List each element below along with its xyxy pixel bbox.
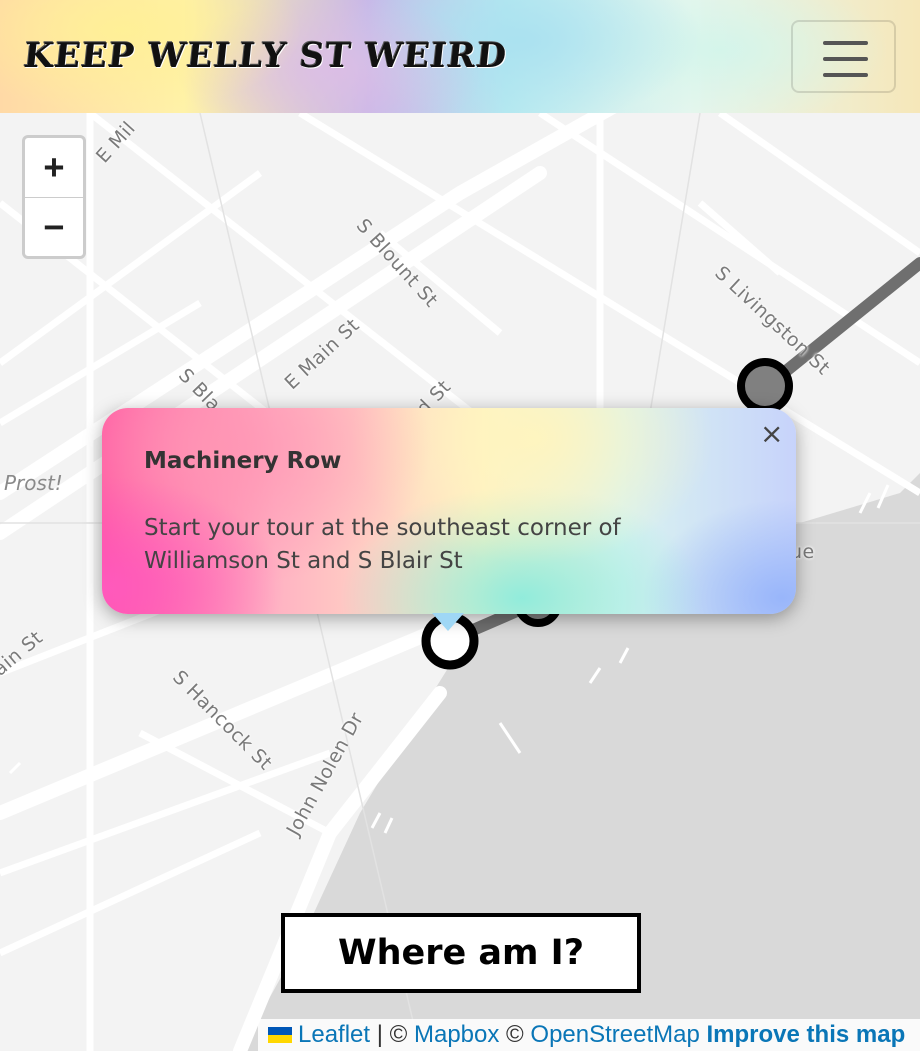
popup-tip [432,613,464,631]
zoom-out-button[interactable]: − [25,198,83,256]
ukraine-flag-icon [268,1027,292,1043]
navbar: KEEP WELLY ST WEIRD [0,0,920,113]
poi-label: Prost! [4,471,63,495]
leaflet-link[interactable]: Leaflet [298,1021,370,1048]
popup-body: Start your tour at the southeast corner … [144,515,621,574]
zoom-in-button[interactable]: + [25,138,83,198]
attribution-separator: | © [370,1021,414,1048]
stop-popup: Machinery Row Start your tour at the sou… [102,408,796,614]
popup-title: Machinery Row [144,448,342,474]
improve-map-link[interactable]: Improve this map [707,1021,906,1048]
where-am-i-button[interactable]: Where am I? [281,913,641,993]
close-icon[interactable]: × [760,420,783,448]
openstreetmap-link[interactable]: OpenStreetMap [530,1021,699,1048]
attribution-separator: © [499,1021,531,1048]
stop-marker [737,358,793,414]
map[interactable]: E Mil S Blount St S Livingston St E Main… [0,113,920,1051]
hamburger-menu-icon-bar [823,57,868,61]
map-attribution: Leaflet | © Mapbox © OpenStreetMap Impro… [258,1019,920,1051]
mapbox-link[interactable]: Mapbox [414,1021,499,1048]
brand-title[interactable]: KEEP WELLY ST WEIRD [22,36,509,76]
hamburger-menu-icon-bar [823,73,868,77]
menu-toggle-button[interactable] [791,20,896,93]
zoom-control: + − [22,135,86,259]
hamburger-menu-icon [823,41,868,45]
